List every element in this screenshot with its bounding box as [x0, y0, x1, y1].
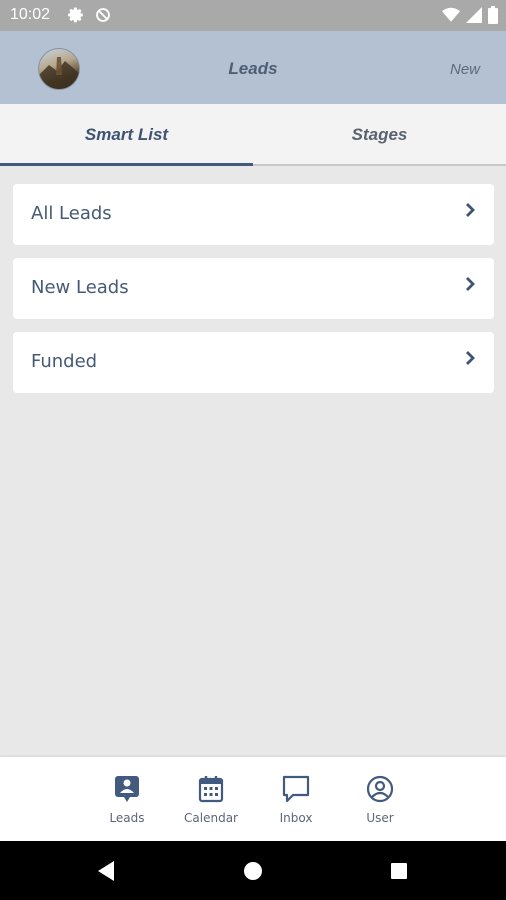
chevron-right-icon — [464, 350, 476, 369]
leads-icon — [115, 776, 139, 802]
tab-smart-list-label: Smart List — [84, 125, 169, 144]
recents-icon[interactable] — [390, 862, 408, 880]
settings-gear-icon — [67, 6, 85, 28]
nav-item-inbox[interactable]: Inbox — [261, 775, 331, 825]
list-item-new-leads[interactable]: New Leads — [13, 258, 494, 319]
status-time: 10:02 — [10, 6, 51, 23]
home-icon[interactable] — [243, 861, 263, 881]
nav-label: Calendar — [184, 811, 238, 825]
new-lead-button[interactable]: New — [450, 61, 480, 78]
nav-label: User — [366, 811, 394, 825]
wifi-icon — [442, 7, 460, 22]
battery-icon — [488, 6, 498, 24]
nav-label: Inbox — [279, 811, 313, 825]
list-item-label: New Leads — [31, 277, 129, 298]
sync-off-icon — [94, 6, 112, 28]
user-icon — [366, 775, 394, 803]
calendar-icon — [198, 776, 224, 803]
nav-item-leads[interactable]: Leads — [92, 775, 162, 825]
chevron-right-icon — [464, 202, 476, 221]
tab-smart-list[interactable]: Smart List — [0, 104, 253, 166]
inbox-icon — [282, 775, 310, 803]
nav-item-user[interactable]: User — [345, 775, 415, 825]
list-item-all-leads[interactable]: All Leads — [13, 184, 494, 245]
status-bar: 10:02 — [0, 0, 506, 31]
smart-list: All Leads New Leads Funded — [13, 184, 494, 406]
list-item-funded[interactable]: Funded — [13, 332, 494, 393]
status-right-icons — [442, 6, 498, 24]
app-bar: Leads New — [0, 31, 506, 104]
bottom-nav: Leads Calendar Inbox User — [0, 757, 506, 841]
system-nav-bar — [0, 841, 506, 900]
list-item-label: All Leads — [31, 203, 112, 224]
chevron-right-icon — [464, 276, 476, 295]
tab-stages[interactable]: Stages — [253, 104, 506, 166]
nav-item-calendar[interactable]: Calendar — [176, 775, 246, 825]
list-item-label: Funded — [31, 351, 98, 372]
page-title: Leads — [228, 59, 278, 78]
nav-label: Leads — [109, 811, 145, 825]
tab-bar: Smart List Stages — [0, 104, 506, 166]
tab-inactive-indicator — [253, 164, 506, 166]
signal-icon — [466, 7, 482, 23]
tab-active-indicator — [0, 163, 253, 166]
back-icon[interactable] — [96, 860, 116, 882]
tab-stages-label: Stages — [351, 125, 408, 144]
